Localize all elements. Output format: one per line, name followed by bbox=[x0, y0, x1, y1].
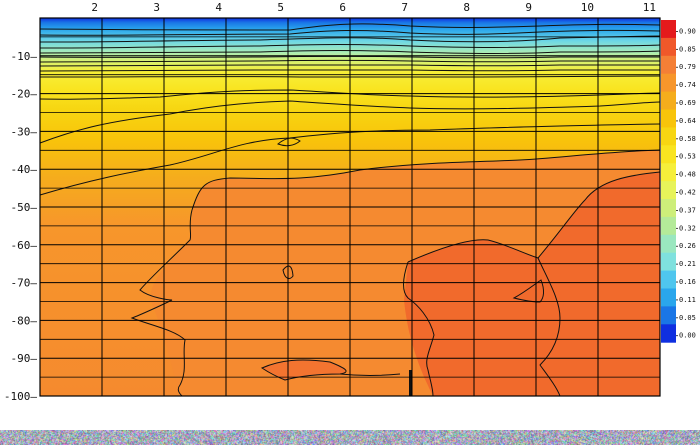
x-tick-label: 2 bbox=[91, 1, 98, 14]
colorbar-tick-label: 0.58 bbox=[679, 135, 696, 143]
colorbar-swatch bbox=[661, 288, 676, 307]
colorbar-tick-label: 0.32 bbox=[679, 224, 696, 232]
colorbar-swatch bbox=[661, 199, 676, 218]
y-tick-label: -40— bbox=[11, 163, 38, 176]
contour-chart: 2 3 4 5 6 7 8 9 10 11 -10— -20— -30— -40— -50— -60— -70… bbox=[4, 1, 696, 403]
x-tick-label: 5 bbox=[277, 1, 284, 14]
x-tick-label: 10 bbox=[581, 1, 594, 14]
colorbar-tick-label: 0.42 bbox=[679, 189, 696, 197]
colorbar-tick-labels: 0.90 0.85 0.79 0.74 0.69 0.64 0.58 0.53 0.48 0.42… bbox=[676, 27, 696, 340]
colorbar-tick-label: 0.69 bbox=[679, 99, 696, 107]
y-tick-label: -30— bbox=[11, 125, 38, 138]
colorbar-swatch bbox=[661, 163, 676, 182]
colorbar-tick-label: 0.26 bbox=[679, 242, 696, 250]
colorbar-swatch bbox=[661, 145, 676, 164]
y-tick-label: -50— bbox=[11, 201, 38, 214]
colorbar-swatch bbox=[661, 234, 676, 254]
colorbar-swatch bbox=[661, 73, 676, 93]
colorbar-tick-label: 0.00 bbox=[679, 332, 696, 340]
colorbar-swatch bbox=[661, 55, 676, 75]
y-axis-tick-labels: -10— -20— -30— -40— -50— -60— -70— -80— -90— -100… bbox=[4, 50, 37, 403]
colorbar-tick-label: 0.79 bbox=[679, 63, 696, 71]
colorbar-tick-label: 0.64 bbox=[679, 117, 696, 125]
colorbar-swatch bbox=[661, 252, 676, 272]
colorbar-tick-label: 0.16 bbox=[679, 278, 696, 286]
colorbar-tick-label: 0.37 bbox=[679, 206, 696, 214]
x-tick-label: 9 bbox=[525, 1, 532, 14]
x-axis-tick-labels: 2 3 4 5 6 7 8 9 10 11 bbox=[91, 1, 656, 14]
colorbar bbox=[661, 20, 676, 343]
colorbar-tick-label: 0.48 bbox=[679, 171, 696, 179]
colorbar-tick-label: 0.05 bbox=[679, 314, 696, 322]
colorbar-swatch bbox=[661, 270, 676, 289]
x-tick-label: 3 bbox=[153, 1, 160, 14]
colorbar-tick-label: 0.21 bbox=[679, 260, 696, 268]
y-tick-label: -60— bbox=[11, 239, 38, 252]
y-tick-label: -80— bbox=[11, 314, 38, 327]
x-tick-label: 4 bbox=[215, 1, 222, 14]
colorbar-swatch bbox=[661, 306, 676, 325]
x-tick-label: 7 bbox=[401, 1, 408, 14]
colorbar-swatch bbox=[661, 216, 676, 236]
grid-lines bbox=[40, 17, 661, 397]
y-tick-label: -10— bbox=[11, 50, 38, 63]
colorbar-swatch bbox=[661, 109, 676, 128]
colorbar-tick-label: 0.53 bbox=[679, 153, 696, 161]
colorbar-swatch bbox=[661, 37, 676, 57]
colorbar-swatch bbox=[661, 127, 676, 146]
x-tick-label: 8 bbox=[463, 1, 470, 14]
noise-strip bbox=[0, 430, 700, 445]
colorbar-swatch bbox=[661, 20, 676, 39]
y-tick-label: -90— bbox=[11, 352, 38, 365]
colorbar-swatch bbox=[661, 181, 676, 200]
colorbar-tick-label: 0.90 bbox=[679, 27, 696, 35]
y-tick-label: -70— bbox=[11, 277, 38, 290]
colorbar-swatch bbox=[661, 91, 676, 110]
field-spike bbox=[409, 370, 412, 396]
x-tick-label: 6 bbox=[339, 1, 346, 14]
colorbar-swatch bbox=[661, 324, 676, 343]
x-tick-label: 11 bbox=[643, 1, 656, 14]
colorbar-tick-label: 0.85 bbox=[679, 45, 696, 53]
y-tick-label: -100— bbox=[4, 390, 37, 403]
y-tick-label: -20— bbox=[11, 88, 38, 101]
colorbar-tick-label: 0.74 bbox=[679, 81, 696, 89]
colorbar-tick-label: 0.11 bbox=[679, 296, 696, 304]
